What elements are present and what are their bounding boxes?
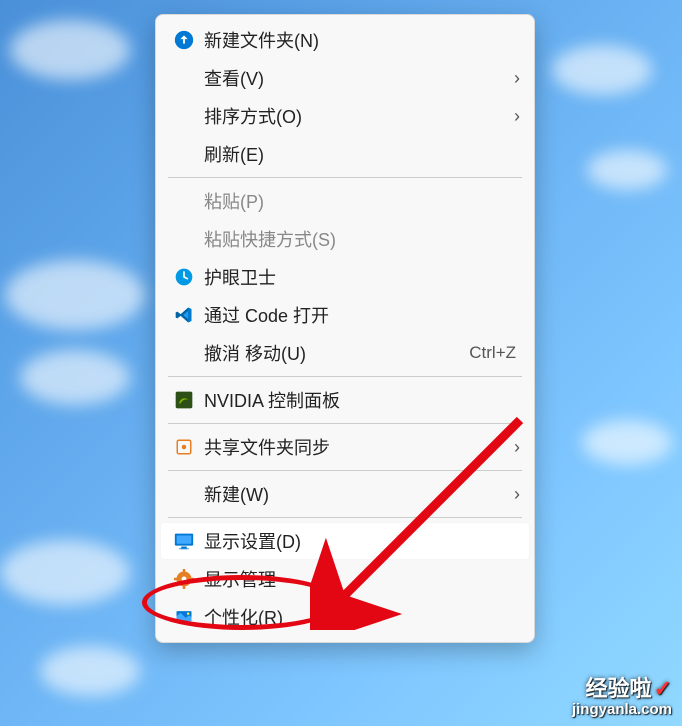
menu-item-paste-shortcut[interactable]: 粘贴快捷方式(S): [160, 220, 530, 258]
menu-item-undo-move[interactable]: 撤消 移动(U) Ctrl+Z: [160, 334, 530, 372]
menu-separator: [168, 470, 522, 471]
background-cloud: [587, 150, 667, 190]
menu-label: 粘贴(P): [204, 188, 520, 214]
menu-label: 查看(V): [204, 65, 502, 91]
menu-item-new-folder[interactable]: 新建文件夹(N): [160, 21, 530, 59]
blank-icon: [170, 187, 198, 215]
menu-label: 新建(W): [204, 481, 502, 507]
blank-icon: [170, 480, 198, 508]
menu-shortcut: Ctrl+Z: [469, 343, 516, 363]
chevron-right-icon: ›: [502, 484, 520, 505]
menu-separator: [168, 423, 522, 424]
check-icon: ✓: [654, 676, 672, 701]
background-cloud: [552, 45, 652, 95]
menu-label: NVIDIA 控制面板: [204, 387, 520, 413]
vscode-icon: [170, 301, 198, 329]
menu-label: 粘贴快捷方式(S): [204, 226, 520, 252]
watermark-title: 经验啦✓: [572, 671, 672, 703]
menu-item-open-with-code[interactable]: 通过 Code 打开: [160, 296, 530, 334]
menu-item-paste[interactable]: 粘贴(P): [160, 182, 530, 220]
blank-icon: [170, 140, 198, 168]
settings-icon: [170, 565, 198, 593]
chevron-right-icon: ›: [502, 68, 520, 89]
watermark-url: jingyanla.com: [572, 701, 672, 718]
watermark: 经验啦✓ jingyanla.com: [572, 671, 672, 718]
background-cloud: [20, 350, 130, 405]
menu-separator: [168, 177, 522, 178]
menu-label: 新建文件夹(N): [204, 27, 520, 53]
menu-item-share-sync[interactable]: 共享文件夹同步 ›: [160, 428, 530, 466]
menu-label: 显示设置(D): [204, 528, 520, 554]
menu-item-new[interactable]: 新建(W) ›: [160, 475, 530, 513]
menu-label: 显示管理: [204, 566, 520, 592]
folder-new-icon: [170, 26, 198, 54]
blank-icon: [170, 64, 198, 92]
menu-item-sort[interactable]: 排序方式(O) ›: [160, 97, 530, 135]
nvidia-icon: [170, 386, 198, 414]
menu-item-view[interactable]: 查看(V) ›: [160, 59, 530, 97]
menu-item-display-manager[interactable]: 显示管理: [160, 560, 530, 598]
menu-separator: [168, 376, 522, 377]
background-cloud: [0, 540, 130, 605]
background-cloud: [5, 260, 145, 330]
menu-item-personalize[interactable]: 个性化(R): [160, 598, 530, 636]
share-folder-icon: [170, 433, 198, 461]
blank-icon: [170, 102, 198, 130]
chevron-right-icon: ›: [502, 106, 520, 127]
menu-item-eye-guard[interactable]: 护眼卫士: [160, 258, 530, 296]
menu-separator: [168, 517, 522, 518]
blank-icon: [170, 225, 198, 253]
menu-label: 护眼卫士: [204, 264, 520, 290]
menu-label: 撤消 移动(U): [204, 340, 469, 366]
clock-icon: [170, 263, 198, 291]
menu-item-nvidia[interactable]: NVIDIA 控制面板: [160, 381, 530, 419]
desktop-context-menu: 新建文件夹(N) 查看(V) › 排序方式(O) › 刷新(E) 粘贴(P) 粘…: [155, 14, 535, 643]
menu-item-display-settings[interactable]: 显示设置(D): [160, 522, 530, 560]
menu-label: 个性化(R): [204, 604, 520, 630]
background-cloud: [582, 420, 672, 465]
menu-item-refresh[interactable]: 刷新(E): [160, 135, 530, 173]
menu-label: 刷新(E): [204, 141, 520, 167]
personalize-icon: [170, 603, 198, 631]
menu-label: 共享文件夹同步: [204, 434, 502, 460]
menu-label: 排序方式(O): [204, 103, 502, 129]
chevron-right-icon: ›: [502, 437, 520, 458]
menu-label: 通过 Code 打开: [204, 302, 520, 328]
monitor-icon: [170, 527, 198, 555]
background-cloud: [10, 20, 130, 80]
background-cloud: [40, 646, 140, 696]
blank-icon: [170, 339, 198, 367]
